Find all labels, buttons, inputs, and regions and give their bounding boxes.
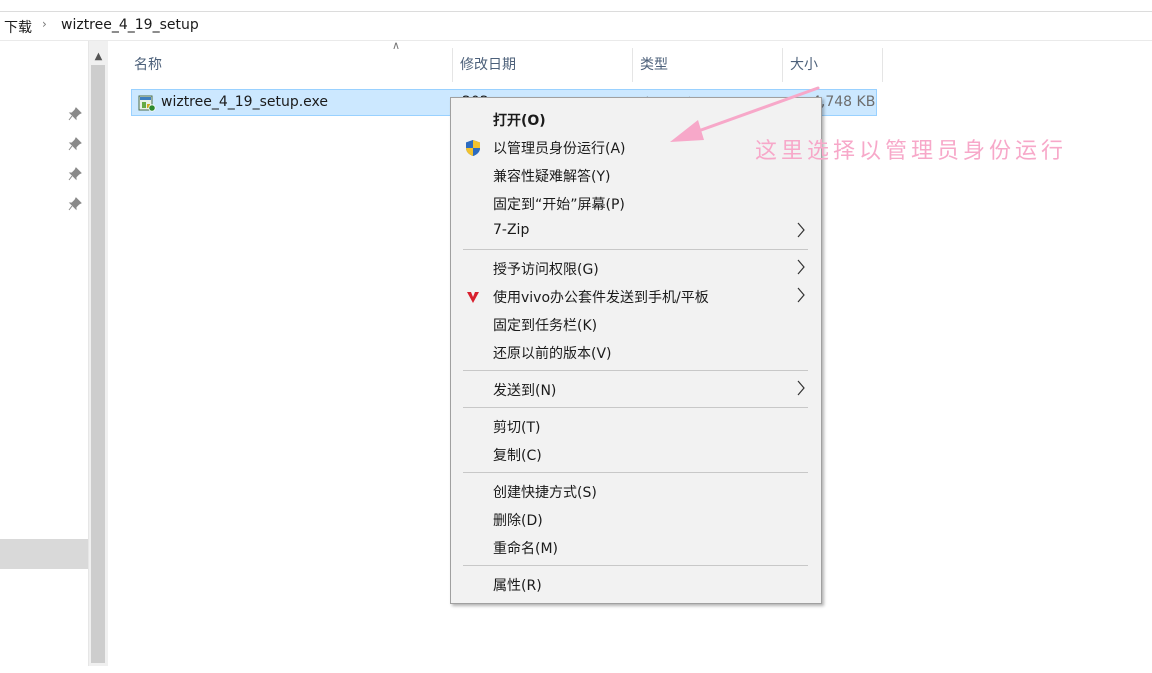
menu-item-send-to[interactable]: 发送到(N) xyxy=(452,375,820,403)
menu-item-pin-to-taskbar[interactable]: 固定到任务栏(K) xyxy=(452,310,820,338)
menu-item-cut[interactable]: 剪切(T) xyxy=(452,412,820,440)
pin-icon[interactable] xyxy=(68,137,82,151)
menu-item-vivo-send[interactable]: 使用vivo办公套件发送到手机/平板 xyxy=(452,282,820,310)
pin-icon[interactable] xyxy=(68,107,82,121)
chevron-right-icon xyxy=(797,380,805,396)
context-menu: 打开(O) 以管理员身份运行(A) 兼容性疑难解答(Y) 固定到“开始”屏幕(P… xyxy=(450,97,822,604)
vertical-scrollbar[interactable]: ▲ xyxy=(88,41,108,666)
chevron-right-icon xyxy=(797,287,805,303)
chevron-right-icon xyxy=(797,259,805,275)
menu-item-rename[interactable]: 重命名(M) xyxy=(452,533,820,561)
menu-separator xyxy=(463,249,808,250)
chevron-right-icon[interactable]: › xyxy=(42,17,47,31)
scroll-up-arrow-icon[interactable]: ▲ xyxy=(89,49,108,65)
menu-item-label: 剪切(T) xyxy=(493,420,541,436)
menu-item-7zip[interactable]: 7-Zip xyxy=(452,217,820,245)
menu-item-restore-previous-versions[interactable]: 还原以前的版本(V) xyxy=(452,338,820,366)
menu-separator xyxy=(463,370,808,371)
menu-item-label: 复制(C) xyxy=(493,448,542,464)
annotation-text: 这里选择以管理员身份运行 xyxy=(755,139,1068,164)
menu-separator xyxy=(463,407,808,408)
menu-item-label: 发送到(N) xyxy=(493,383,557,399)
column-header-type[interactable]: 类型 xyxy=(632,48,782,82)
menu-item-create-shortcut[interactable]: 创建快捷方式(S) xyxy=(452,477,820,505)
vivo-icon xyxy=(467,292,479,303)
menu-item-label: 固定到任务栏(K) xyxy=(493,318,598,334)
pin-icon[interactable] xyxy=(68,197,82,211)
column-header-modified[interactable]: 修改日期 xyxy=(452,48,632,82)
menu-item-label: 属性(R) xyxy=(493,578,542,594)
breadcrumb: 下载 › wiztree_4_19_setup xyxy=(0,12,1152,41)
breadcrumb-item-current[interactable]: wiztree_4_19_setup xyxy=(61,17,199,33)
pin-icon[interactable] xyxy=(68,167,82,181)
menu-item-properties[interactable]: 属性(R) xyxy=(452,570,820,598)
menu-item-label: 固定到“开始”屏幕(P) xyxy=(493,197,625,213)
breadcrumb-item-downloads[interactable]: 下载 xyxy=(4,17,32,37)
menu-item-label: 兼容性疑难解答(Y) xyxy=(493,169,611,185)
menu-item-pin-to-start[interactable]: 固定到“开始”屏幕(P) xyxy=(452,189,820,217)
navigation-pane xyxy=(0,41,88,673)
scrollbar-thumb[interactable] xyxy=(91,65,105,663)
column-header-size[interactable]: 大小 xyxy=(782,48,882,82)
menu-item-copy[interactable]: 复制(C) xyxy=(452,440,820,468)
exe-installer-icon xyxy=(138,95,156,112)
menu-item-label: 7-Zip xyxy=(493,222,530,238)
menu-item-grant-access[interactable]: 授予访问权限(G) xyxy=(452,254,820,282)
menu-separator xyxy=(463,472,808,473)
menu-separator xyxy=(463,565,808,566)
file-name[interactable]: wiztree_4_19_setup.exe xyxy=(161,94,328,110)
chevron-right-icon xyxy=(797,222,805,238)
column-header-name[interactable]: 名称 xyxy=(126,48,452,82)
menu-item-label: 授予访问权限(G) xyxy=(493,262,599,278)
window-top-strip xyxy=(0,0,1152,12)
menu-item-troubleshoot-compatibility[interactable]: 兼容性疑难解答(Y) xyxy=(452,161,820,189)
menu-item-label: 重命名(M) xyxy=(493,541,559,557)
menu-item-delete[interactable]: 删除(D) xyxy=(452,505,820,533)
menu-item-label: 以管理员身份运行(A) xyxy=(493,141,626,157)
menu-item-label: 删除(D) xyxy=(493,513,543,529)
menu-item-label: 还原以前的版本(V) xyxy=(493,346,612,362)
nav-selected-item[interactable] xyxy=(0,539,88,569)
column-divider[interactable] xyxy=(882,48,883,82)
menu-item-label: 打开(O) xyxy=(493,113,546,129)
menu-item-label: 使用vivo办公套件发送到手机/平板 xyxy=(493,290,709,306)
menu-item-label: 创建快捷方式(S) xyxy=(493,485,597,501)
uac-shield-icon xyxy=(466,140,480,156)
